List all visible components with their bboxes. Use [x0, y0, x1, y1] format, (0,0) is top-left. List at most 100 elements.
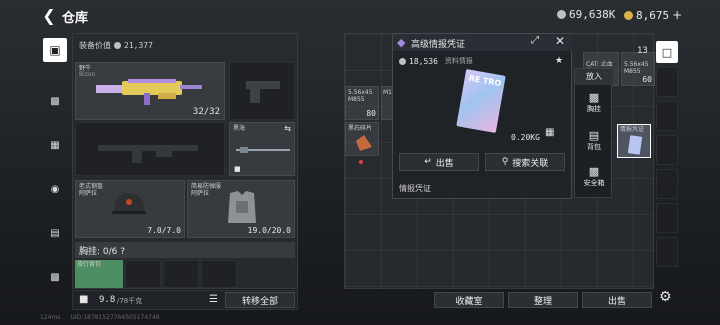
- collapse-icon[interactable]: ⤢: [531, 35, 539, 46]
- pistol-silhouette-icon: [246, 81, 280, 103]
- card-text: RE TRO: [468, 73, 502, 89]
- grid-size-icon: ▦: [545, 127, 555, 138]
- backpack-icon: ▤: [588, 129, 600, 142]
- stash-item-label: 黑石碎片: [348, 125, 373, 132]
- sidebar-item-backpack[interactable]: ▤: [48, 226, 62, 240]
- secondary-weapon-slot[interactable]: [75, 122, 225, 176]
- capacity-bar: ■ 9.8 /78千克 ☰ 转移全部: [72, 290, 298, 310]
- currency-premium-value: 8,675: [636, 8, 670, 22]
- menu-item-backpack[interactable]: ▤ 背包: [575, 129, 613, 159]
- ping-value: 124ms: [40, 314, 61, 321]
- sidebar-item-weapon[interactable]: ▣: [43, 38, 67, 62]
- intel-card-icon: [627, 135, 643, 155]
- capacity-max: /78千克: [117, 297, 143, 305]
- lock-icon: ■: [234, 165, 241, 173]
- intel-diamond-icon: ◆: [397, 36, 406, 49]
- armor-slot[interactable]: 简易防弹服 阿萨拉 19.0/20.0: [187, 180, 295, 238]
- popup-category: 资料情报: [444, 57, 473, 65]
- popup-price-row: 18,536 资料情报: [399, 56, 473, 66]
- intel-card-icon: RE TRO: [456, 68, 506, 134]
- weapon-ammo: 32/32: [192, 107, 220, 117]
- sidebar-item-helmet[interactable]: ◉: [48, 182, 62, 196]
- settings-gear-icon[interactable]: ⚙: [659, 289, 672, 305]
- sidebar-item-vest[interactable]: ▩: [48, 94, 62, 108]
- transfer-all-button[interactable]: 转移全部: [225, 292, 295, 308]
- stash-item-count: 80: [366, 109, 376, 118]
- coin-icon: [114, 42, 121, 49]
- sell-icon: ↵: [424, 157, 432, 167]
- popup-price: 18,536: [409, 56, 438, 66]
- popup-weight: 0.20KG: [511, 133, 540, 142]
- menu-item-safebox[interactable]: ▩ 安全箱: [575, 165, 613, 195]
- helmet-level: 阿萨拉: [79, 190, 98, 197]
- safebox-icon: ▩: [588, 165, 600, 178]
- back-button[interactable]: ❮: [40, 5, 58, 25]
- primary-weapon-slot[interactable]: 野牛 Bizon 32/32: [75, 62, 225, 120]
- popup-header: ◆ 高级情报凭证 ⤢ ✕: [393, 34, 573, 51]
- put-in-menu: 放入 ▩ 胸挂 ▤ 背包 ▩ 安全箱: [574, 68, 613, 198]
- favorite-star-icon[interactable]: ★: [555, 56, 563, 66]
- helmet-slot[interactable]: 老式钢盔 阿萨拉 7.0/7.0: [75, 180, 185, 238]
- stash-tab[interactable]: [656, 135, 678, 165]
- melee-slot[interactable]: 黑海 ⇆ ■: [229, 122, 295, 176]
- sidebar-item-safebox[interactable]: ▩: [48, 270, 62, 284]
- popup-sell-label: 出售: [435, 158, 454, 169]
- stash-item[interactable]: 黑石碎片: [345, 122, 379, 156]
- helmet-icon: [112, 193, 146, 214]
- stash-tab[interactable]: [656, 203, 678, 233]
- popup-description: 情报凭证: [399, 184, 431, 193]
- sort-button[interactable]: 整理: [508, 292, 578, 308]
- page-title: 仓库: [62, 11, 89, 26]
- close-icon[interactable]: ✕: [555, 34, 565, 48]
- armor-icon: ▦: [50, 139, 60, 151]
- stash-tab[interactable]: [656, 67, 678, 97]
- backpack-empty-slot[interactable]: [201, 260, 237, 288]
- stash-tab[interactable]: [656, 101, 678, 131]
- equipment-value-amount: 21,377: [124, 41, 153, 50]
- popup-title: 高级情报凭证: [411, 40, 466, 50]
- stash-item-label: 情报凭证: [620, 126, 645, 133]
- equipment-value-label: 装备价值: [79, 41, 111, 50]
- backpack-row: 旅行背包: [75, 260, 295, 288]
- equipment-value: 装备价值 21,377: [79, 40, 153, 51]
- add-currency-button[interactable]: +: [672, 8, 682, 22]
- collection-button[interactable]: 收藏室: [434, 292, 504, 308]
- list-icon[interactable]: ☰: [209, 294, 218, 305]
- footer-status: 124ms UID:18781527764505174748: [40, 314, 160, 321]
- stash-tab[interactable]: [656, 237, 678, 267]
- currency-coin-value: 69,638K: [569, 8, 616, 21]
- rifle-silhouette-icon: [98, 145, 198, 163]
- swap-icon[interactable]: ⇆: [284, 124, 291, 133]
- stash-item-count: 60: [642, 75, 652, 84]
- stash-item-label: 5.56x45 M855: [624, 61, 649, 75]
- armor-level: 阿萨拉: [191, 190, 210, 197]
- backpack-empty-slot[interactable]: [163, 260, 199, 288]
- weight-lock-icon: ■: [79, 294, 89, 305]
- coin-icon: [557, 10, 566, 19]
- sidebar-item-armor[interactable]: ▦: [48, 138, 62, 152]
- equipment-panel: 装备价值 21,377 野牛 Bizon 32/32 黑海 ⇆ ■ 老式钢盔 阿…: [72, 33, 298, 289]
- capacity-value: 9.8: [99, 295, 116, 305]
- search-icon: ⚲: [501, 157, 509, 167]
- backpack-item[interactable]: 旅行背包: [75, 260, 123, 288]
- sell-button[interactable]: 出售: [582, 292, 652, 308]
- chevron-left-icon: ❮: [42, 5, 56, 25]
- stash-home-icon: □: [661, 45, 673, 59]
- stash-tab[interactable]: [656, 169, 678, 199]
- smg-icon: [96, 79, 202, 105]
- popup-search-button[interactable]: ⚲ 搜索关联: [485, 153, 565, 171]
- melee-name: 黑海: [233, 125, 246, 132]
- pistol-slot[interactable]: [229, 62, 295, 120]
- menu-item-chest[interactable]: ▩ 胸挂: [575, 91, 613, 121]
- chest-rig-bar[interactable]: 胸挂: 0/6 ?: [75, 242, 295, 258]
- currency-premium-display[interactable]: 8,675 +: [624, 8, 682, 22]
- popup-sell-button[interactable]: ↵ 出售: [399, 153, 479, 171]
- backpack-empty-slot[interactable]: [125, 260, 161, 288]
- left-sidebar: ▣ ▩ ▦ ◉ ▤ ▩: [40, 30, 70, 300]
- selected-stash-item[interactable]: 情报凭证: [617, 124, 651, 158]
- stash-item[interactable]: 5.56x45 M855 80: [345, 86, 379, 120]
- item-detail-popup: ◆ 高级情报凭证 ⤢ ✕ 18,536 资料情报 ★ RE TRO 0.20KG…: [392, 33, 573, 199]
- stash-item[interactable]: 5.56x45 M855 60: [621, 52, 655, 86]
- stash-tab-active[interactable]: □: [656, 41, 678, 63]
- backpack-name: 旅行背包: [77, 261, 102, 268]
